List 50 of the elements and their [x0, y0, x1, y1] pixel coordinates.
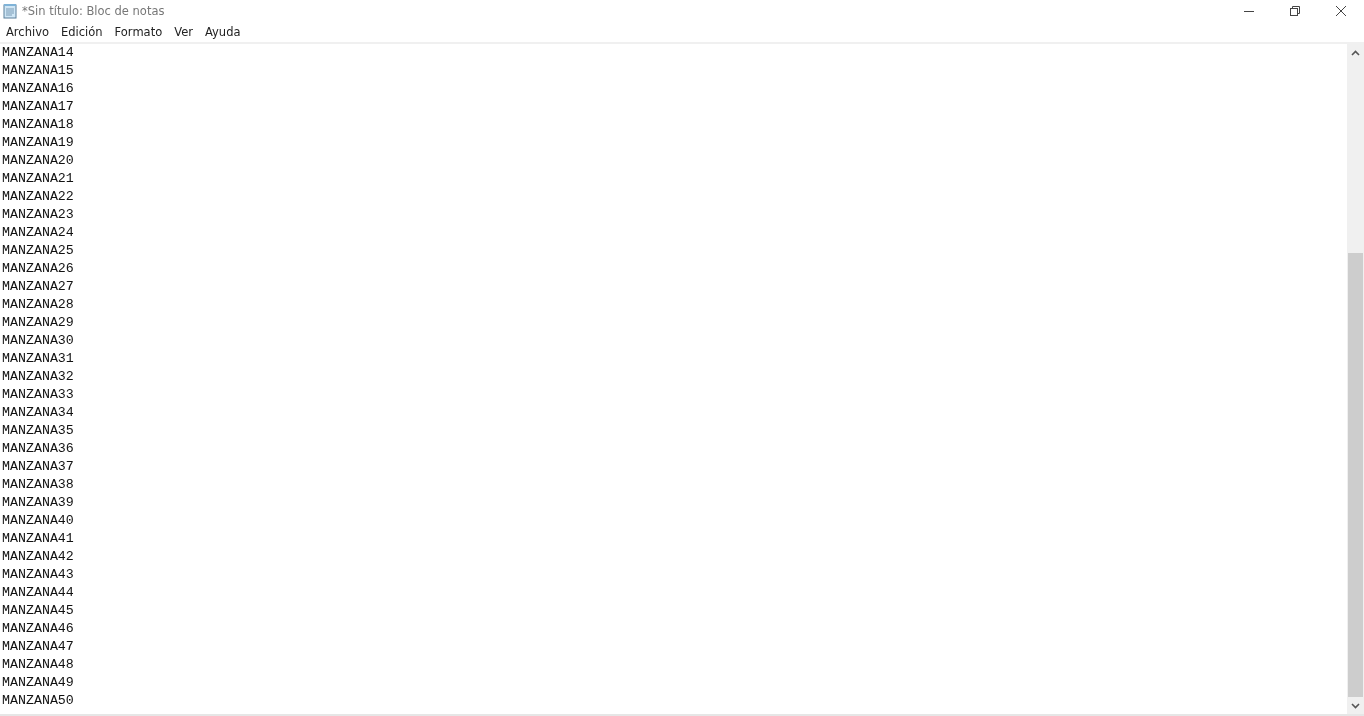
text-line: MANZANA37: [2, 458, 75, 476]
text-line: MANZANA20: [2, 152, 75, 170]
text-line: MANZANA32: [2, 368, 75, 386]
text-line: MANZANA27: [2, 278, 75, 296]
text-line: MANZANA33: [2, 386, 75, 404]
text-line: MANZANA48: [2, 656, 75, 674]
text-line: MANZANA29: [2, 314, 75, 332]
text-line: MANZANA41: [2, 530, 75, 548]
text-line: MANZANA25: [2, 242, 75, 260]
text-line: MANZANA46: [2, 620, 75, 638]
text-line: MANZANA16: [2, 80, 75, 98]
text-line: MANZANA47: [2, 638, 75, 656]
text-line: MANZANA23: [2, 206, 75, 224]
text-line: MANZANA50: [2, 692, 75, 710]
text-line: MANZANA14: [2, 44, 75, 62]
text-line: MANZANA19: [2, 134, 75, 152]
text-line: MANZANA26: [2, 260, 75, 278]
text-line: MANZANA43: [2, 566, 75, 584]
text-line: MANZANA31: [2, 350, 75, 368]
text-line: MANZANA22: [2, 188, 75, 206]
menu-item[interactable]: Ver: [168, 22, 199, 42]
menu-item[interactable]: Edición: [55, 22, 109, 42]
text-line: MANZANA17: [2, 98, 75, 116]
text-line: MANZANA15: [2, 62, 75, 80]
text-line: MANZANA38: [2, 476, 75, 494]
text-line: MANZANA42: [2, 548, 75, 566]
scroll-thumb[interactable]: [1348, 253, 1363, 697]
text-line: MANZANA44: [2, 584, 75, 602]
window-title: *Sin título: Bloc de notas: [22, 4, 165, 18]
menu-item[interactable]: Ayuda: [198, 22, 247, 42]
text-line: MANZANA45: [2, 602, 75, 620]
text-line: MANZANA18: [2, 116, 75, 134]
restore-icon: [1289, 5, 1301, 17]
text-line: MANZANA36: [2, 440, 75, 458]
scrollbar[interactable]: [1347, 44, 1364, 714]
text-line: MANZANA35: [2, 422, 75, 440]
text-line: MANZANA28: [2, 296, 75, 314]
chevron-up-icon: [1351, 49, 1360, 56]
text-line: MANZANA34: [2, 404, 75, 422]
text-line: MANZANA21: [2, 170, 75, 188]
text-line: MANZANA49: [2, 674, 75, 692]
menu-item[interactable]: Formato: [108, 22, 169, 42]
notepad-icon: [2, 3, 18, 19]
text-line: MANZANA39: [2, 494, 75, 512]
close-icon: [1335, 5, 1347, 17]
chevron-down-icon: [1351, 702, 1360, 709]
menu-item[interactable]: Archivo: [0, 22, 55, 42]
text-line: MANZANA40: [2, 512, 75, 530]
text-line: MANZANA24: [2, 224, 75, 242]
text-line: MANZANA30: [2, 332, 75, 350]
